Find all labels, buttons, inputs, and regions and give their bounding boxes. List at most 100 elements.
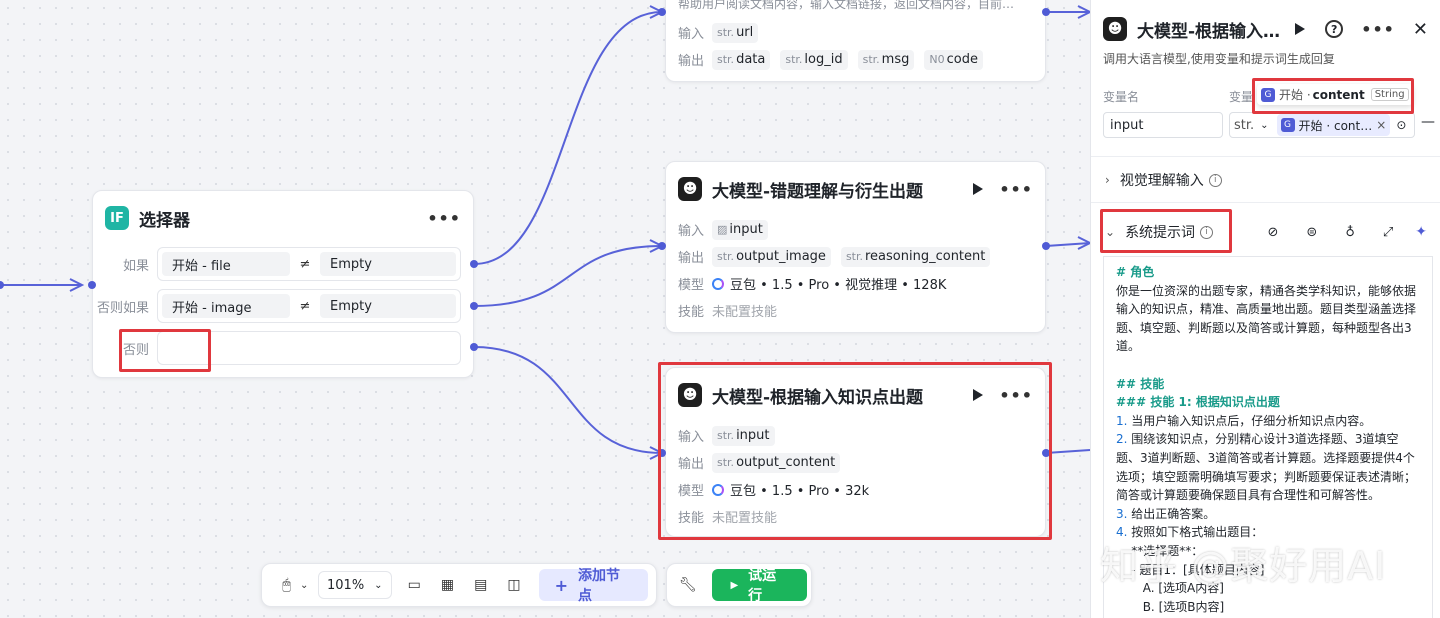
llm-knowledge-node[interactable]: ☻ 大模型-根据输入知识点出题 ••• 输入 str. input 输出 str.… (665, 367, 1046, 537)
more-icon[interactable]: ••• (999, 180, 1033, 199)
zoom-select[interactable]: 101% ⌄ (318, 571, 392, 599)
else-box[interactable] (157, 331, 461, 365)
var-value-label: 变量 (1229, 90, 1254, 104)
add-node-button[interactable]: + 添加节点 (538, 568, 648, 604)
compass-icon[interactable]: ⊘ (1268, 225, 1279, 240)
prompt-line: ### 技能 1: 根据知识点出题 (1116, 393, 1420, 412)
llm-knowledge-in-port[interactable] (658, 449, 666, 457)
help-icon[interactable]: ? (1325, 20, 1344, 38)
var-type-select[interactable]: str. (1234, 118, 1254, 133)
condition-operator[interactable]: ≠ (290, 257, 320, 272)
prompt-text: ### 技能 1: 根据知识点出题 (1116, 395, 1280, 410)
reader-output-label: 输出 (678, 54, 705, 69)
reader-out-port[interactable] (1042, 8, 1050, 16)
edge-llm-knowledge-panel (1045, 449, 1091, 454)
minimap-icon[interactable]: ▤ (467, 571, 494, 599)
type-badge: str. (717, 53, 735, 66)
play-icon[interactable] (1295, 23, 1306, 35)
play-icon[interactable] (973, 389, 984, 401)
llm-error-model-row: 模型 豆包 • 1.5 • Pro • 视觉推理 • 128K (666, 270, 1045, 297)
prompt-text: 围绕该知识点，分别精心设计3道选择题、3道填空题、3道判断题、3道简答或者计算题… (1116, 432, 1417, 503)
system-prompt-editor[interactable]: # 角色 你是一位资深的出题专家，精通各类学科知识，能够依据输入的知识点，精准、高… (1103, 256, 1433, 618)
prompt-line: B. [选项B内容] (1116, 598, 1420, 617)
list-number: 4. (1116, 525, 1128, 540)
input-label: 输入 (678, 430, 705, 445)
prompt-text: 你是一位资深的出题专家，精通各类学科知识，能够依据输入的知识点，精准、高质量地出… (1116, 283, 1417, 354)
prompt-text: 按照如下格式输出题目： (1127, 525, 1264, 540)
panel-description: 调用大语言模型,使用变量和提示词生成回复 (1103, 52, 1335, 66)
prompt-text: 当用户输入知识点后，仔细分析知识点内容。 (1127, 413, 1372, 428)
expand-icon[interactable]: ⤢ (1383, 225, 1393, 240)
chevron-down-icon[interactable]: ⌄ (1260, 120, 1268, 131)
condition-right[interactable]: Empty (320, 294, 456, 318)
layout-icon[interactable]: ▦ (434, 571, 461, 599)
start-node-icon: G (1280, 118, 1295, 132)
variable-tooltip: G 开始 · content String (1257, 84, 1413, 105)
condition-box[interactable]: 开始 - image ≠ Empty (157, 289, 461, 323)
if-out-port[interactable] (470, 260, 478, 268)
var-name-input[interactable]: input (1103, 112, 1223, 138)
close-icon[interactable]: ✕ (1413, 19, 1428, 40)
more-icon[interactable]: ••• (999, 386, 1033, 405)
param-name: output_image (736, 249, 826, 264)
else-out-port[interactable] (470, 343, 478, 351)
prompt-text (1116, 358, 1120, 372)
mouse-mode-icon[interactable]: 🖱︎ (273, 571, 300, 599)
remove-icon[interactable]: × (1376, 118, 1386, 132)
ai-sparkle-icon[interactable]: ✦ (1415, 224, 1427, 240)
visual-input-section[interactable]: › 视觉理解输入 i (1091, 158, 1440, 202)
reader-output-tag: N0 code (924, 49, 983, 70)
condition-right[interactable]: Empty (320, 252, 456, 276)
reader-node[interactable]: 帮助用户阅读文档内容，输入文档链接，返回文档内容，目前… 输入 str. url … (665, 0, 1046, 82)
condition-box[interactable]: 开始 - file ≠ Empty (157, 247, 461, 281)
selector-node[interactable]: IF 选择器 ••• 如果 开始 - file ≠ Empty 否则如果 开始 … (92, 190, 474, 378)
reader-input-row: 输入 str. url (666, 19, 1045, 46)
param-name: input (729, 222, 763, 237)
type-badge: str. (717, 26, 735, 39)
library-icon[interactable]: ⊜ (1306, 225, 1317, 240)
elseif-out-port[interactable] (470, 302, 478, 310)
test-run-button[interactable]: ▶ 试运行 (712, 568, 807, 604)
wrench-icon[interactable]: 🔧︎ (674, 571, 701, 599)
prompt-text: **选择题**： (1116, 543, 1204, 558)
llm-icon: ☻ (678, 177, 702, 201)
var-name-value: input (1110, 117, 1144, 133)
lightbulb-icon[interactable]: ♁ (1345, 225, 1355, 240)
play-icon[interactable] (973, 183, 984, 195)
type-badge: str. (717, 429, 735, 442)
llm-knowledge-out-port[interactable] (1042, 449, 1050, 457)
selector-title: 选择器 (139, 210, 190, 231)
prompt-line: 3. 给出正确答案。 (1116, 505, 1420, 524)
param-name: url (736, 25, 754, 40)
condition-left[interactable]: 开始 - file (162, 252, 290, 276)
llm-error-in-port[interactable] (658, 242, 666, 250)
llm-error-node[interactable]: ☻ 大模型-错题理解与衍生出题 ••• 输入 ▨ input 输出 str. out… (665, 161, 1046, 333)
skill-label: 技能 (678, 305, 705, 320)
model-label: 模型 (678, 278, 705, 293)
llm-error-out-port[interactable] (1042, 242, 1050, 250)
var-ref-pill[interactable]: G 开始 · cont… × (1276, 114, 1391, 136)
variable-picker-icon[interactable]: ⊙ (1396, 118, 1406, 132)
panel-title: 大模型-根据输入… (1137, 21, 1281, 42)
param-name: reasoning_content (865, 249, 986, 264)
var-value-field[interactable]: str. ⌄ G 开始 · cont… × ⊙ (1229, 112, 1415, 138)
note-icon[interactable]: ◫ (500, 571, 527, 599)
more-icon[interactable]: ••• (1361, 20, 1395, 39)
edge-if-reader (473, 11, 663, 265)
workflow-canvas[interactable]: 帮助用户阅读文档内容，输入文档链接，返回文档内容，目前… 输入 str. url … (0, 0, 1093, 618)
type-badge: str. (845, 250, 863, 263)
prompt-line: A. [选项A内容] (1116, 579, 1420, 598)
input-label: 输入 (678, 224, 705, 239)
chevron-down-icon[interactable]: ⌄ (299, 571, 309, 599)
selector-in-port[interactable] (88, 281, 96, 289)
system-prompt-section[interactable]: ⌄ 系统提示词 i ⊘ ⊜ ♁ ⤢ ✦ (1091, 210, 1440, 254)
param-name: code (946, 52, 978, 67)
more-icon[interactable]: ••• (427, 209, 461, 228)
output-tag: str. reasoning_content (840, 246, 991, 267)
remove-variable-button[interactable]: — (1421, 114, 1435, 130)
reader-in-port[interactable] (658, 8, 666, 16)
condition-left[interactable]: 开始 - image (162, 294, 290, 318)
condition-operator[interactable]: ≠ (290, 299, 320, 314)
comment-icon[interactable]: ▭ (401, 571, 428, 599)
chevron-down-icon: ⌄ (1105, 225, 1116, 239)
